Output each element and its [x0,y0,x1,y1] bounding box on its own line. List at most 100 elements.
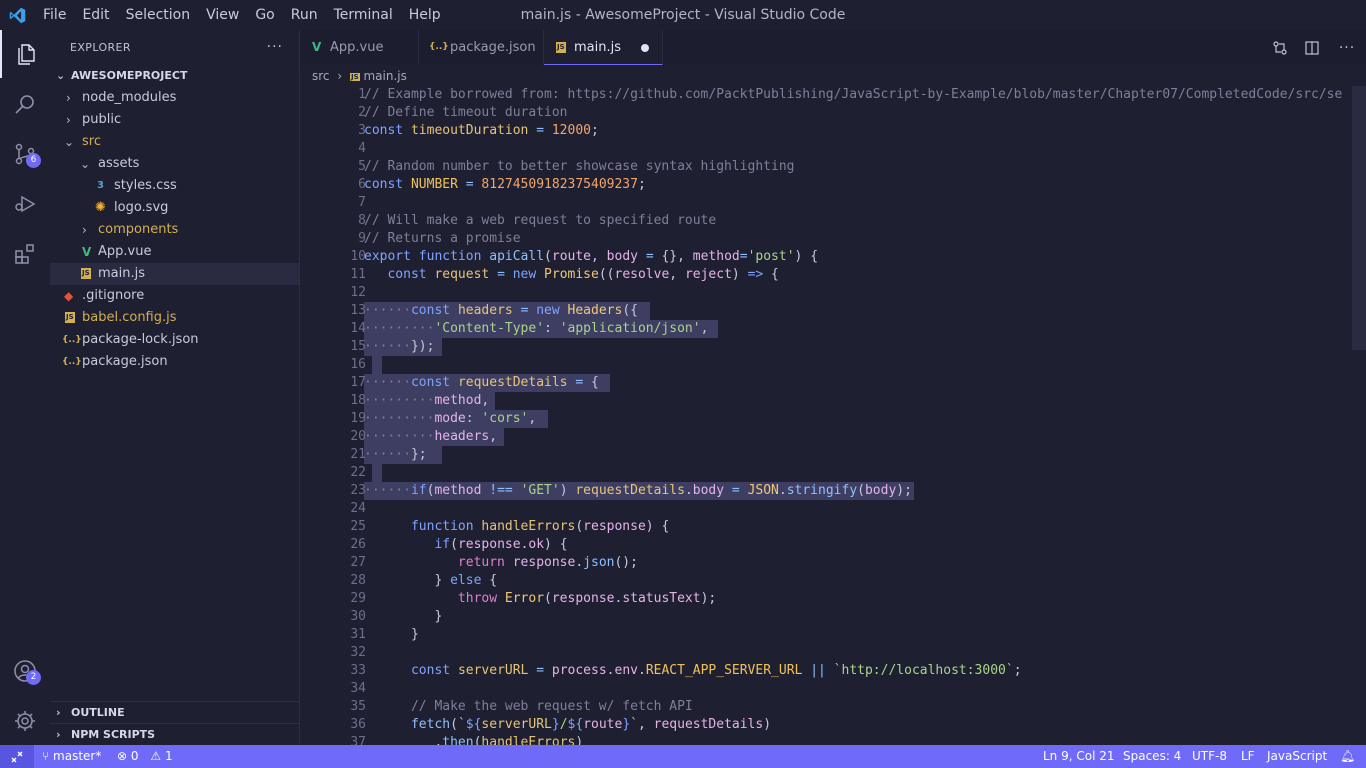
accounts-badge: 2 [26,670,41,685]
menu-view[interactable]: View [198,0,247,30]
tree-item-app-vue[interactable]: V App.vue [50,241,299,263]
tab-package-json[interactable]: {..} package.json [419,30,544,65]
tab-app-vue[interactable]: V App.vue [300,30,419,65]
explorer-header: EXPLORER ··· [50,30,299,65]
line-number: 10 [350,249,366,264]
js-file-icon: JS [65,312,75,323]
status-bar: ⑂ master* ⊗ 0 ⚠ 1 Ln 9, Col 21 Spaces: 4… [0,745,1366,768]
chevron-right-icon: › [56,706,61,719]
line-number: 27 [350,555,366,570]
tree-item-label: src [82,134,101,149]
tree-item-package-lock[interactable]: {..} package-lock.json [50,329,299,351]
line-number: 5 [358,159,366,174]
svg-file-icon: ✺ [95,200,106,215]
line-number: 16 [350,357,366,372]
tree-item-gitignore[interactable]: ◆ .gitignore [50,285,299,307]
line-number: 15 [350,339,366,354]
indentation-status[interactable]: Spaces: 4 [1123,745,1181,768]
accounts-button[interactable]: 2 [0,647,50,695]
menu-selection[interactable]: Selection [118,0,199,30]
run-debug-button[interactable] [0,180,50,228]
line-number: 30 [350,609,366,624]
problems-status[interactable]: ⊗ 0 ⚠ 1 [117,745,173,768]
line-number: 6 [358,177,366,192]
line-number: 25 [350,519,366,534]
more-actions-button[interactable]: ··· [1328,30,1366,65]
line-number: 20 [350,429,366,444]
editor-actions: ··· [1264,30,1366,65]
remote-button[interactable] [0,745,34,768]
branch-icon: ⑂ [42,749,50,763]
breadcrumb-folder[interactable]: src [312,69,330,83]
chevron-right-icon: › [56,728,61,741]
menu-file[interactable]: File [35,0,74,30]
tree-item-src[interactable]: ⌄ src [50,131,299,153]
explorer-button[interactable] [0,30,50,78]
notifications-button[interactable]: 🔔︎ [1340,745,1355,768]
npm-scripts-title: NPM SCRIPTS [71,728,156,741]
encoding-status[interactable]: UTF-8 [1192,745,1227,768]
menu-go[interactable]: Go [247,0,282,30]
tab-label: App.vue [330,40,384,55]
menu-run[interactable]: Run [283,0,326,30]
open-changes-button[interactable] [1264,30,1296,65]
more-actions-icon[interactable]: ··· [267,30,283,65]
line-number: 31 [350,627,366,642]
extensions-button[interactable] [0,230,50,278]
outline-section[interactable]: › OUTLINE [50,701,299,724]
breadcrumb-file[interactable]: main.js [363,69,406,83]
branch-name: master* [53,749,102,763]
manage-button[interactable] [0,697,50,745]
title-bar: File Edit Selection View Go Run Terminal… [0,0,1366,30]
line-number: 29 [350,591,366,606]
tree-item-node-modules[interactable]: › node_modules [50,87,299,109]
menu-help[interactable]: Help [401,0,449,30]
eol-status[interactable]: LF [1241,745,1255,768]
cursor-position[interactable]: Ln 9, Col 21 [1043,745,1115,768]
tree-item-label: components [98,222,179,237]
source-control-button[interactable]: 6 [0,130,50,178]
selection-highlight [372,356,382,374]
project-section-header[interactable]: ⌄ AWESOMEPROJECT [50,65,299,87]
tree-item-label: babel.config.js [82,310,177,325]
source-control-badge: 6 [26,153,41,168]
chevron-right-icon: › [82,223,87,237]
chevron-down-icon: ⌄ [56,69,66,82]
search-button[interactable] [0,80,50,128]
warning-icon: ⚠ [150,749,162,763]
line-number: 18 [350,393,366,408]
tree-item-public[interactable]: › public [50,109,299,131]
tree-item-label: assets [98,156,140,171]
remote-icon [11,751,23,762]
code-editor[interactable]: 1// Example borrowed from: https://githu… [300,86,1352,745]
menu-edit[interactable]: Edit [74,0,117,30]
line-number: 7 [358,195,366,210]
tab-label: package.json [450,40,536,55]
tree-item-logo-svg[interactable]: ✺ logo.svg [50,197,299,219]
tree-item-label: package-lock.json [82,332,199,347]
extensions-icon [15,244,34,264]
editor-scrollbar[interactable] [1352,86,1366,350]
tree-item-label: node_modules [82,90,177,105]
error-count: 0 [130,749,139,763]
tree-item-package-json[interactable]: {..} package.json [50,351,299,373]
branch-status[interactable]: ⑂ master* [42,745,101,768]
npm-scripts-section[interactable]: › NPM SCRIPTS [50,723,299,746]
tab-main-js[interactable]: JS main.js [544,30,663,65]
chevron-right-icon: › [66,113,71,127]
js-file-icon: JS [81,268,91,279]
language-mode[interactable]: JavaScript [1267,745,1327,768]
line-number: 2 [358,105,366,120]
tree-item-main-js[interactable]: JS main.js [50,263,299,285]
line-number: 9 [358,231,366,246]
line-number: 24 [350,501,366,516]
menu-terminal[interactable]: Terminal [326,0,401,30]
split-editor-button[interactable] [1296,30,1328,65]
line-number: 14 [350,321,366,336]
tree-item-styles-css[interactable]: 3 styles.css [50,175,299,197]
tree-item-assets[interactable]: ⌄ assets [50,153,299,175]
unsaved-dot-icon[interactable] [641,44,649,52]
line-number: 11 [350,267,366,282]
tree-item-components[interactable]: › components [50,219,299,241]
tree-item-babel-config[interactable]: JS babel.config.js [50,307,299,329]
